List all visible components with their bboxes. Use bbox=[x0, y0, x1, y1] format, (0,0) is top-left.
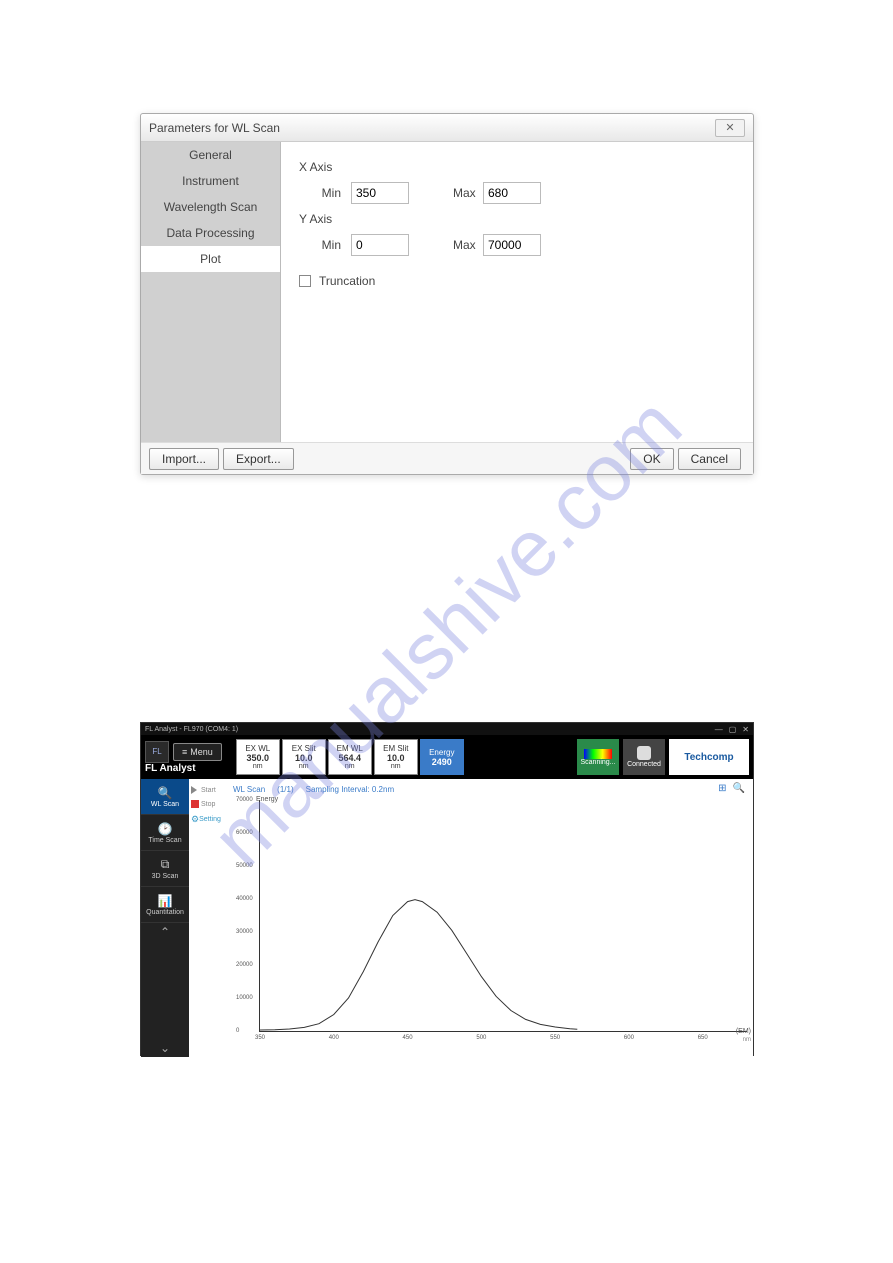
x-axis-unit: nm bbox=[743, 1037, 751, 1043]
tab-data-processing[interactable]: Data Processing bbox=[141, 220, 280, 246]
x-min-label: Min bbox=[299, 186, 341, 200]
x-max-input[interactable] bbox=[483, 182, 541, 204]
toolbar: FL ≡ Menu FL Analyst EX WL350.0nm EX Sli… bbox=[141, 735, 753, 779]
ok-button[interactable]: OK bbox=[630, 448, 673, 470]
chevron-up-icon[interactable]: ⌃ bbox=[141, 923, 189, 941]
sidebar-item-quantitation[interactable]: 📊Quantitation bbox=[141, 887, 189, 923]
minimize-icon[interactable]: — bbox=[715, 725, 723, 734]
mode-sidebar: 🔍WL Scan 🕑Time Scan ⧉3D Scan 📊Quantitati… bbox=[141, 779, 189, 1057]
chart-count: (1/1) bbox=[277, 785, 293, 794]
truncation-checkbox[interactable] bbox=[299, 275, 311, 287]
chevron-down-icon[interactable]: ⌄ bbox=[141, 1039, 189, 1057]
y-tick: 50000 bbox=[236, 863, 253, 869]
parameters-dialog: Parameters for WL Scan ✕ General Instrum… bbox=[140, 113, 754, 475]
spectrum-curve bbox=[260, 800, 747, 1031]
start-button[interactable]: Start bbox=[189, 783, 227, 797]
sampling-label: Sampling Interval: 0.2nm bbox=[306, 785, 395, 794]
truncation-label: Truncation bbox=[319, 274, 375, 288]
y-max-input[interactable] bbox=[483, 234, 541, 256]
x-tick: 400 bbox=[329, 1035, 339, 1041]
setting-button[interactable]: ⚙Setting bbox=[189, 811, 227, 828]
y-tick: 40000 bbox=[236, 896, 253, 902]
x-tick: 650 bbox=[698, 1035, 708, 1041]
play-icon bbox=[191, 786, 199, 794]
close-icon[interactable]: ✕ bbox=[742, 725, 749, 734]
app-title: FL Analyst - FL970 (COM4: 1) bbox=[145, 726, 238, 733]
x-tick: 450 bbox=[403, 1035, 413, 1041]
x-tick: 550 bbox=[550, 1035, 560, 1041]
y-tick: 30000 bbox=[236, 929, 253, 935]
x-min-input[interactable] bbox=[351, 182, 409, 204]
settings-tabs: General Instrument Wavelength Scan Data … bbox=[141, 142, 281, 442]
app-titlebar: FL Analyst - FL970 (COM4: 1) — ▢ ✕ bbox=[141, 723, 753, 735]
param-ex-slit[interactable]: EX Slit10.0nm bbox=[282, 739, 326, 775]
spectrum-icon bbox=[584, 749, 612, 759]
sidebar-item-3d-scan[interactable]: ⧉3D Scan bbox=[141, 851, 189, 887]
close-icon[interactable]: ✕ bbox=[715, 119, 745, 137]
y-tick: 60000 bbox=[236, 830, 253, 836]
dialog-title: Parameters for WL Scan bbox=[149, 121, 280, 135]
control-column: Start Stop ⚙Setting bbox=[189, 779, 227, 1057]
param-ex-wl[interactable]: EX WL350.0nm bbox=[236, 739, 280, 775]
cancel-button[interactable]: Cancel bbox=[678, 448, 741, 470]
app-logo-icon: FL bbox=[145, 741, 169, 763]
grid-icon[interactable]: ⊞ bbox=[718, 783, 726, 794]
y-tick: 20000 bbox=[236, 962, 253, 968]
import-button[interactable]: Import... bbox=[149, 448, 219, 470]
maximize-icon[interactable]: ▢ bbox=[729, 725, 737, 734]
y-tick: 0 bbox=[236, 1028, 239, 1034]
param-em-wl[interactable]: EM WL564.4nm bbox=[328, 739, 372, 775]
x-tick: 600 bbox=[624, 1035, 634, 1041]
chart-icon: 📊 bbox=[158, 894, 173, 908]
magnifier-icon: 🔍 bbox=[158, 786, 173, 800]
zoom-icon[interactable]: 🔍 bbox=[733, 783, 745, 794]
tab-wavelength-scan[interactable]: Wavelength Scan bbox=[141, 194, 280, 220]
y-tick: 10000 bbox=[236, 995, 253, 1001]
y-min-input[interactable] bbox=[351, 234, 409, 256]
plot-settings-panel: X Axis Min Max Y Axis Min Max Truncation bbox=[281, 142, 753, 442]
menu-button[interactable]: ≡ Menu bbox=[173, 743, 222, 761]
connected-status: Connected bbox=[623, 739, 665, 775]
x-tick: 350 bbox=[255, 1035, 265, 1041]
spectrum-plot[interactable]: Energy (EM) nm 0100002000030000400005000… bbox=[259, 800, 747, 1032]
stop-button[interactable]: Stop bbox=[189, 797, 227, 811]
fl-analyst-window: FL Analyst - FL970 (COM4: 1) — ▢ ✕ FL ≡ … bbox=[140, 722, 754, 1056]
scanning-status: Scanning... bbox=[577, 739, 619, 775]
cube-icon: ⧉ bbox=[161, 857, 170, 872]
gear-icon: ⚙ bbox=[191, 814, 199, 825]
tab-plot[interactable]: Plot bbox=[141, 246, 280, 272]
clock-icon: 🕑 bbox=[158, 822, 173, 836]
brand-label: FL Analyst bbox=[145, 763, 196, 774]
dialog-footer: Import... Export... OK Cancel bbox=[141, 442, 753, 474]
dialog-titlebar: Parameters for WL Scan ✕ bbox=[141, 114, 753, 142]
tab-general[interactable]: General bbox=[141, 142, 280, 168]
y-tick: 70000 bbox=[236, 797, 253, 803]
y-max-label: Max bbox=[453, 238, 483, 252]
export-button[interactable]: Export... bbox=[223, 448, 294, 470]
tab-instrument[interactable]: Instrument bbox=[141, 168, 280, 194]
stop-icon bbox=[191, 800, 199, 808]
param-energy[interactable]: Energy2490 bbox=[420, 739, 464, 775]
chart-title: WL Scan bbox=[233, 785, 265, 794]
sidebar-item-wl-scan[interactable]: 🔍WL Scan bbox=[141, 779, 189, 815]
y-axis-label: Y Axis bbox=[299, 212, 735, 226]
param-em-slit[interactable]: EM Slit10.0nm bbox=[374, 739, 418, 775]
x-axis-label: X Axis bbox=[299, 160, 735, 174]
y-min-label: Min bbox=[299, 238, 341, 252]
sidebar-item-time-scan[interactable]: 🕑Time Scan bbox=[141, 815, 189, 851]
usb-icon bbox=[637, 746, 651, 760]
chart-area: WL Scan (1/1) Sampling Interval: 0.2nm ⊞… bbox=[227, 779, 753, 1057]
x-max-label: Max bbox=[453, 186, 483, 200]
x-tick: 500 bbox=[476, 1035, 486, 1041]
company-logo: Techcomp bbox=[669, 739, 749, 775]
